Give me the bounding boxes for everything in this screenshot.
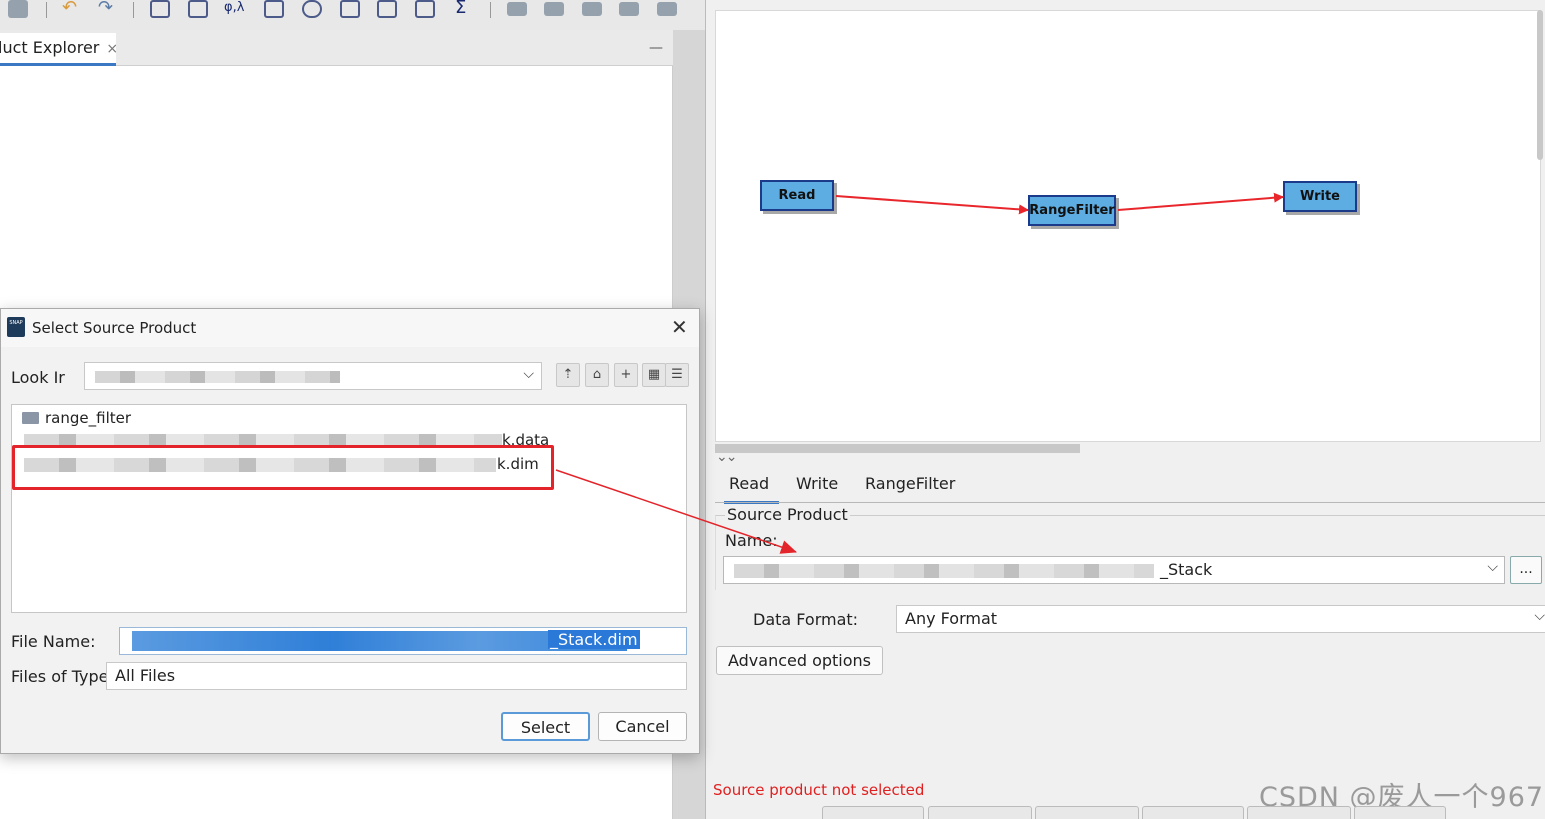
tab-rangefilter[interactable]: RangeFilter — [865, 474, 955, 504]
tool-icon-4[interactable] — [619, 2, 639, 16]
home-icon[interactable]: ⌂ — [585, 363, 609, 387]
list-item[interactable]: range_filter — [22, 409, 131, 427]
explorer-tab-bar: luct Explorer × — — [0, 30, 673, 66]
file-name-label: File Name: — [11, 632, 96, 651]
graph-canvas[interactable] — [715, 10, 1541, 442]
phi-lambda-icon[interactable]: φ,λ — [224, 0, 244, 15]
toolbar-separator — [46, 2, 47, 18]
redo-icon[interactable]: ↷ — [98, 0, 113, 18]
up-folder-icon[interactable]: ⇡ — [556, 363, 580, 387]
close-icon[interactable]: × — [106, 41, 116, 57]
toolbar-separator — [490, 2, 491, 18]
minimize-icon[interactable]: — — [649, 40, 663, 56]
graph-builder-area — [705, 0, 1545, 455]
data-format-label: Data Format: — [753, 610, 859, 629]
profile-icon[interactable] — [377, 0, 397, 18]
new-folder-icon[interactable]: + — [614, 363, 638, 387]
advanced-options-button[interactable]: Advanced options — [716, 646, 883, 675]
node-rangefilter[interactable]: RangeFilter — [1028, 195, 1116, 226]
flask-icon[interactable] — [264, 0, 284, 18]
file-list[interactable]: range_filter k.data k.dim — [11, 404, 687, 613]
look-in-select[interactable]: ⌵ — [84, 362, 542, 390]
files-of-type-label: Files of Type: — [11, 667, 114, 686]
files-of-type-value: All Files — [115, 666, 176, 685]
operator-properties-panel: ⌄⌄ Read Write RangeFilter Source Product… — [705, 449, 1545, 819]
node-write[interactable]: Write — [1283, 181, 1357, 212]
data-format-value: Any Format — [905, 609, 998, 628]
help-button[interactable] — [1247, 806, 1351, 819]
tab-product-explorer[interactable]: luct Explorer × — [0, 33, 116, 66]
source-product-value: _Stack — [1160, 560, 1213, 579]
chevron-down-icon[interactable]: ⌵ — [523, 366, 534, 382]
horizontal-scrollbar[interactable] — [715, 444, 1080, 453]
globe-icon[interactable] — [302, 0, 322, 18]
list-view-icon[interactable]: ▦ — [642, 363, 666, 387]
look-in-label: Look Ir — [11, 368, 65, 387]
file-name-input[interactable]: _Stack.dim — [119, 627, 687, 655]
redacted-text — [95, 371, 340, 383]
edit-icon[interactable] — [188, 0, 208, 18]
folder-icon — [22, 412, 39, 424]
toolbar-separator — [133, 2, 134, 18]
collapse-icon[interactable]: ⌄⌄ — [716, 449, 738, 465]
vertical-scrollbar[interactable] — [1537, 10, 1543, 160]
tool-icon-2[interactable] — [544, 2, 564, 16]
source-product-select[interactable]: _Stack ⌵ — [723, 556, 1505, 584]
chevron-down-icon[interactable]: ⌵ — [1487, 559, 1498, 575]
dialog-titlebar: SNAP Select Source Product ✕ — [1, 309, 699, 347]
select-button[interactable]: Select — [501, 712, 590, 741]
spectrum-icon[interactable] — [340, 0, 360, 18]
tab-label: luct Explorer — [0, 38, 100, 57]
chevron-down-icon[interactable]: ⌵ — [1534, 608, 1545, 624]
tool-icon-5[interactable] — [657, 2, 677, 16]
tab-write[interactable]: Write — [796, 474, 838, 504]
run-button[interactable] — [1354, 806, 1446, 819]
clear-button[interactable] — [1035, 806, 1139, 819]
chart-icon[interactable] — [150, 0, 170, 18]
close-icon[interactable]: ✕ — [671, 315, 688, 339]
redacted-text — [734, 564, 1154, 578]
sigma-icon[interactable]: Σ — [455, 0, 466, 18]
tool-icon-1[interactable] — [507, 2, 527, 16]
undo-icon[interactable]: ↶ — [62, 0, 77, 18]
note-button[interactable] — [1142, 806, 1244, 819]
details-view-icon[interactable]: ☰ — [665, 363, 689, 387]
files-of-type-select[interactable]: All Files — [106, 662, 687, 690]
load-button[interactable] — [822, 806, 924, 819]
node-read[interactable]: Read — [760, 180, 834, 211]
main-toolbar: ↶ ↷ φ,λ Σ — [0, 0, 705, 30]
tab-divider — [715, 502, 1545, 503]
dialog-title: Select Source Product — [32, 319, 197, 337]
snap-app-icon: SNAP — [7, 317, 25, 337]
data-format-select[interactable]: Any Format ⌵ — [896, 605, 1545, 633]
save-graph-button[interactable] — [928, 806, 1032, 819]
annotation-highlight-box — [12, 445, 554, 490]
tab-read[interactable]: Read — [724, 474, 779, 504]
select-source-product-dialog: SNAP Select Source Product ✕ Look Ir ⌵ ⇡… — [0, 308, 700, 754]
cancel-button[interactable]: Cancel — [598, 712, 687, 741]
browse-button[interactable]: ... — [1510, 556, 1542, 584]
file-name-value: _Stack.dim — [548, 630, 640, 649]
file-name: range_filter — [45, 409, 132, 427]
tool-icon-3[interactable] — [582, 2, 602, 16]
save-icon[interactable] — [8, 0, 28, 18]
name-label: Name: — [725, 531, 778, 550]
status-message: Source product not selected — [713, 781, 925, 799]
scatter-icon[interactable] — [415, 0, 435, 18]
source-product-legend: Source Product — [725, 505, 850, 524]
